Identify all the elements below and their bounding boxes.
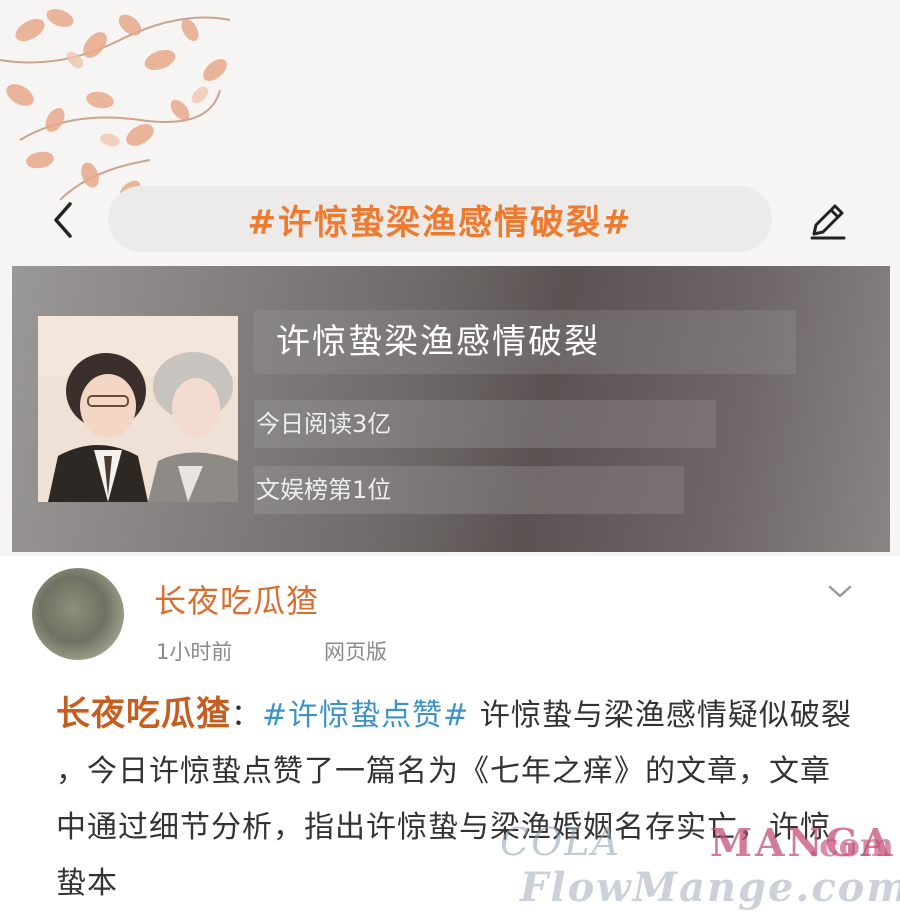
topic-rank: 文娱榜第1位 (254, 466, 684, 514)
post-menu-button[interactable] (826, 582, 854, 602)
avatar[interactable] (32, 568, 124, 660)
post-hashtag-link[interactable]: #许惊蛰点赞# (262, 698, 469, 733)
topic-cover-image[interactable] (38, 316, 238, 502)
post-source: 网页版 (324, 640, 387, 664)
compose-button[interactable] (804, 196, 852, 244)
chevron-left-icon (54, 202, 72, 238)
post-author-mention[interactable]: 长夜吃瓜猹 (56, 694, 231, 734)
topic-title-pill[interactable]: #许惊蛰梁渔感情破裂# (108, 186, 772, 252)
topic-name: 许惊蛰梁渔感情破裂 (254, 310, 796, 374)
post-author-name[interactable]: 长夜吃瓜猹 (154, 576, 319, 622)
cover-illustration (38, 316, 238, 502)
chevron-down-icon (828, 585, 852, 598)
pencil-icon (810, 204, 846, 240)
post-colon: ： (231, 698, 262, 733)
back-button[interactable] (44, 198, 84, 242)
topic-header-card: 许惊蛰梁渔感情破裂 今日阅读3亿 文娱榜第1位 (12, 266, 890, 552)
topic-title: #许惊蛰梁渔感情破裂# (247, 202, 633, 243)
post-card: 长夜吃瓜猹 1小时前 网页版 长夜吃瓜猹：#许惊蛰点赞# 许惊蛰与梁渔感情疑似破… (0, 556, 900, 914)
topic-read-count: 今日阅读3亿 (254, 400, 716, 448)
post-body: 长夜吃瓜猹：#许惊蛰点赞# 许惊蛰与梁渔感情疑似破裂 ，今日许惊蛰点赞了一篇名为… (56, 686, 856, 912)
post-time: 1小时前 (156, 640, 233, 664)
topic-top-bar: #许惊蛰梁渔感情破裂# (0, 180, 900, 260)
